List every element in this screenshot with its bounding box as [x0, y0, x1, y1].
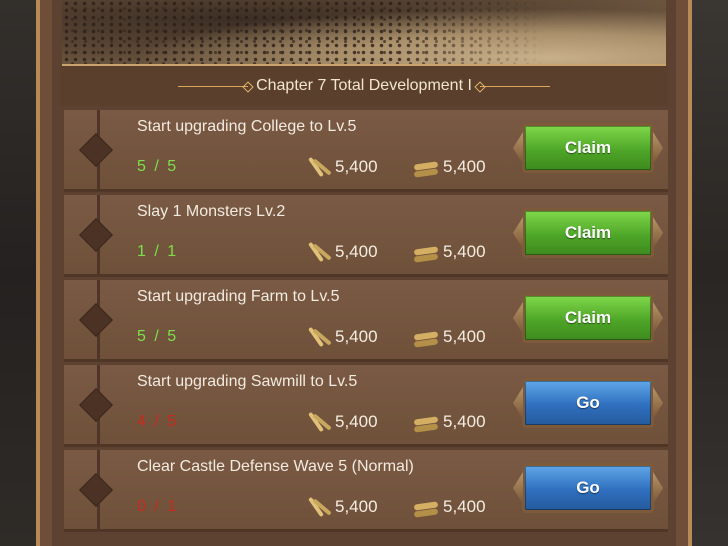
wood-icon — [412, 496, 440, 518]
reward-food-amount: 5,400 — [335, 412, 378, 431]
reward-wood: 5,400 — [412, 241, 486, 263]
background-left — [0, 0, 40, 546]
reward-wood-amount: 5,400 — [443, 242, 486, 261]
battle-banner-image — [62, 0, 666, 66]
reward-food-amount: 5,400 — [335, 327, 378, 346]
reward-food: 5,400 — [304, 411, 378, 433]
claim-button[interactable]: Claim — [522, 293, 654, 343]
wheat-icon — [304, 241, 332, 263]
reward-wood-amount: 5,400 — [443, 157, 486, 176]
title-ornament-right — [479, 85, 550, 87]
reward-food: 5,400 — [304, 241, 378, 263]
claim-button-label: Claim — [564, 308, 612, 327]
reward-food: 5,400 — [304, 326, 378, 348]
task-name: Start upgrading Sawmill to Lv.5 — [137, 373, 358, 390]
chapter-title: Chapter 7 Total Development I — [256, 77, 472, 94]
reward-wood: 5,400 — [412, 326, 486, 348]
wood-icon — [412, 411, 440, 433]
reward-wood: 5,400 — [412, 411, 486, 433]
timeline-node-icon — [79, 133, 113, 167]
background-right — [688, 0, 728, 546]
task-progress: 5 / 5 — [137, 158, 179, 175]
task-row: Clear Castle Defense Wave 5 (Normal) 0 /… — [64, 450, 668, 532]
army-illustration — [62, 0, 666, 64]
go-button-label: Go — [576, 478, 600, 497]
wheat-icon — [304, 496, 332, 518]
claim-button[interactable]: Claim — [522, 123, 654, 173]
reward-food-amount: 5,400 — [335, 497, 378, 516]
claim-button[interactable]: Claim — [522, 208, 654, 258]
timeline-node-icon — [79, 218, 113, 252]
task-row: Start upgrading Sawmill to Lv.5 4 / 5 5,… — [64, 365, 668, 447]
task-progress: 4 / 5 — [137, 413, 179, 430]
task-name: Slay 1 Monsters Lv.2 — [137, 203, 286, 220]
wood-icon — [412, 241, 440, 263]
claim-button-label: Claim — [564, 223, 612, 242]
timeline-node-icon — [79, 473, 113, 507]
wood-icon — [412, 326, 440, 348]
wheat-icon — [304, 411, 332, 433]
task-name: Start upgrading Farm to Lv.5 — [137, 288, 340, 305]
task-row: Slay 1 Monsters Lv.2 1 / 1 5,400 5,400 C… — [64, 195, 668, 277]
claim-button-label: Claim — [564, 138, 612, 157]
reward-food-amount: 5,400 — [335, 242, 378, 261]
chapter-title-bar: Chapter 7 Total Development I — [60, 66, 668, 106]
task-row: Start upgrading College to Lv.5 5 / 5 5,… — [64, 110, 668, 192]
title-ornament-left — [178, 85, 249, 87]
go-button-label: Go — [576, 393, 600, 412]
go-button[interactable]: Go — [522, 378, 654, 428]
go-button[interactable]: Go — [522, 463, 654, 513]
reward-food-amount: 5,400 — [335, 157, 378, 176]
timeline-node-icon — [79, 388, 113, 422]
task-name: Start upgrading College to Lv.5 — [137, 118, 357, 135]
task-list[interactable]: Start upgrading College to Lv.5 5 / 5 5,… — [64, 110, 668, 546]
task-progress: 0 / 1 — [137, 498, 179, 515]
task-name: Clear Castle Defense Wave 5 (Normal) — [137, 458, 414, 475]
reward-wood: 5,400 — [412, 496, 486, 518]
reward-wood-amount: 5,400 — [443, 497, 486, 516]
reward-food: 5,400 — [304, 496, 378, 518]
task-row: Start upgrading Farm to Lv.5 5 / 5 5,400… — [64, 280, 668, 362]
task-progress: 1 / 1 — [137, 243, 179, 260]
wheat-icon — [304, 156, 332, 178]
reward-food: 5,400 — [304, 156, 378, 178]
reward-wood-amount: 5,400 — [443, 327, 486, 346]
timeline-node-icon — [79, 303, 113, 337]
wood-icon — [412, 156, 440, 178]
reward-wood: 5,400 — [412, 156, 486, 178]
reward-wood-amount: 5,400 — [443, 412, 486, 431]
wheat-icon — [304, 326, 332, 348]
task-progress: 5 / 5 — [137, 328, 179, 345]
